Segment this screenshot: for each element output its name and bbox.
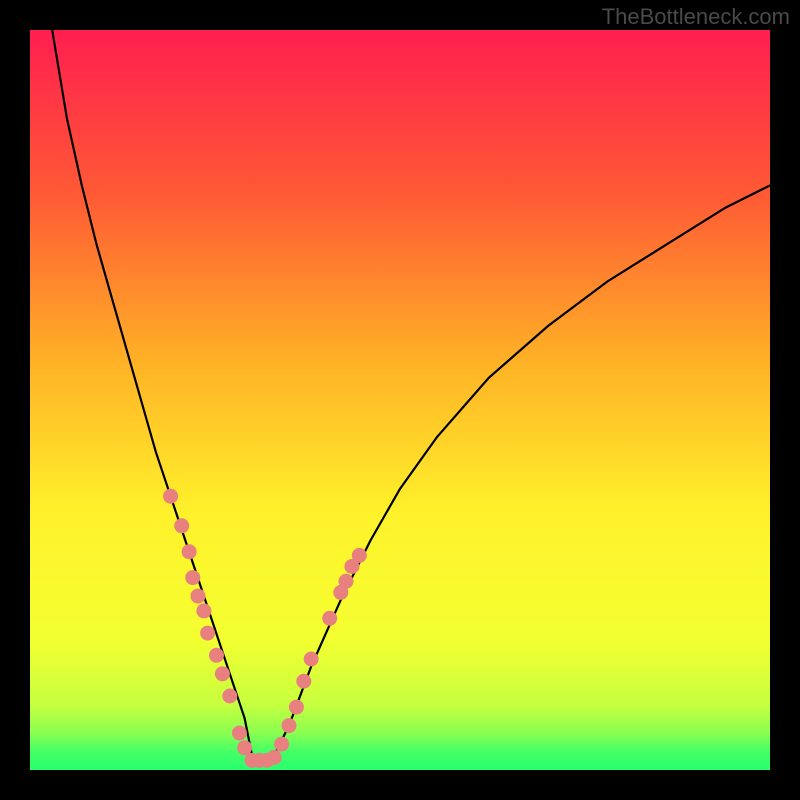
- data-marker: [163, 489, 178, 504]
- watermark-text: TheBottleneck.com: [602, 4, 790, 30]
- data-marker: [322, 611, 337, 626]
- chart-curve: [30, 30, 770, 770]
- data-marker: [190, 589, 205, 604]
- data-marker: [196, 603, 211, 618]
- data-marker: [182, 544, 197, 559]
- data-marker: [296, 674, 311, 689]
- data-marker: [209, 648, 224, 663]
- bottleneck-curve-path: [52, 30, 770, 763]
- data-marker: [282, 718, 297, 733]
- data-marker: [222, 689, 237, 704]
- data-marker: [274, 737, 289, 752]
- data-marker: [174, 518, 189, 533]
- data-marker: [304, 652, 319, 667]
- plot-area: [30, 30, 770, 770]
- data-marker: [232, 726, 247, 741]
- data-marker: [185, 570, 200, 585]
- data-marker: [352, 548, 367, 563]
- data-marker: [267, 750, 282, 765]
- data-marker: [289, 700, 304, 715]
- data-marker: [200, 626, 215, 641]
- data-marker: [215, 666, 230, 681]
- data-marker: [338, 574, 353, 589]
- data-marker: [237, 740, 252, 755]
